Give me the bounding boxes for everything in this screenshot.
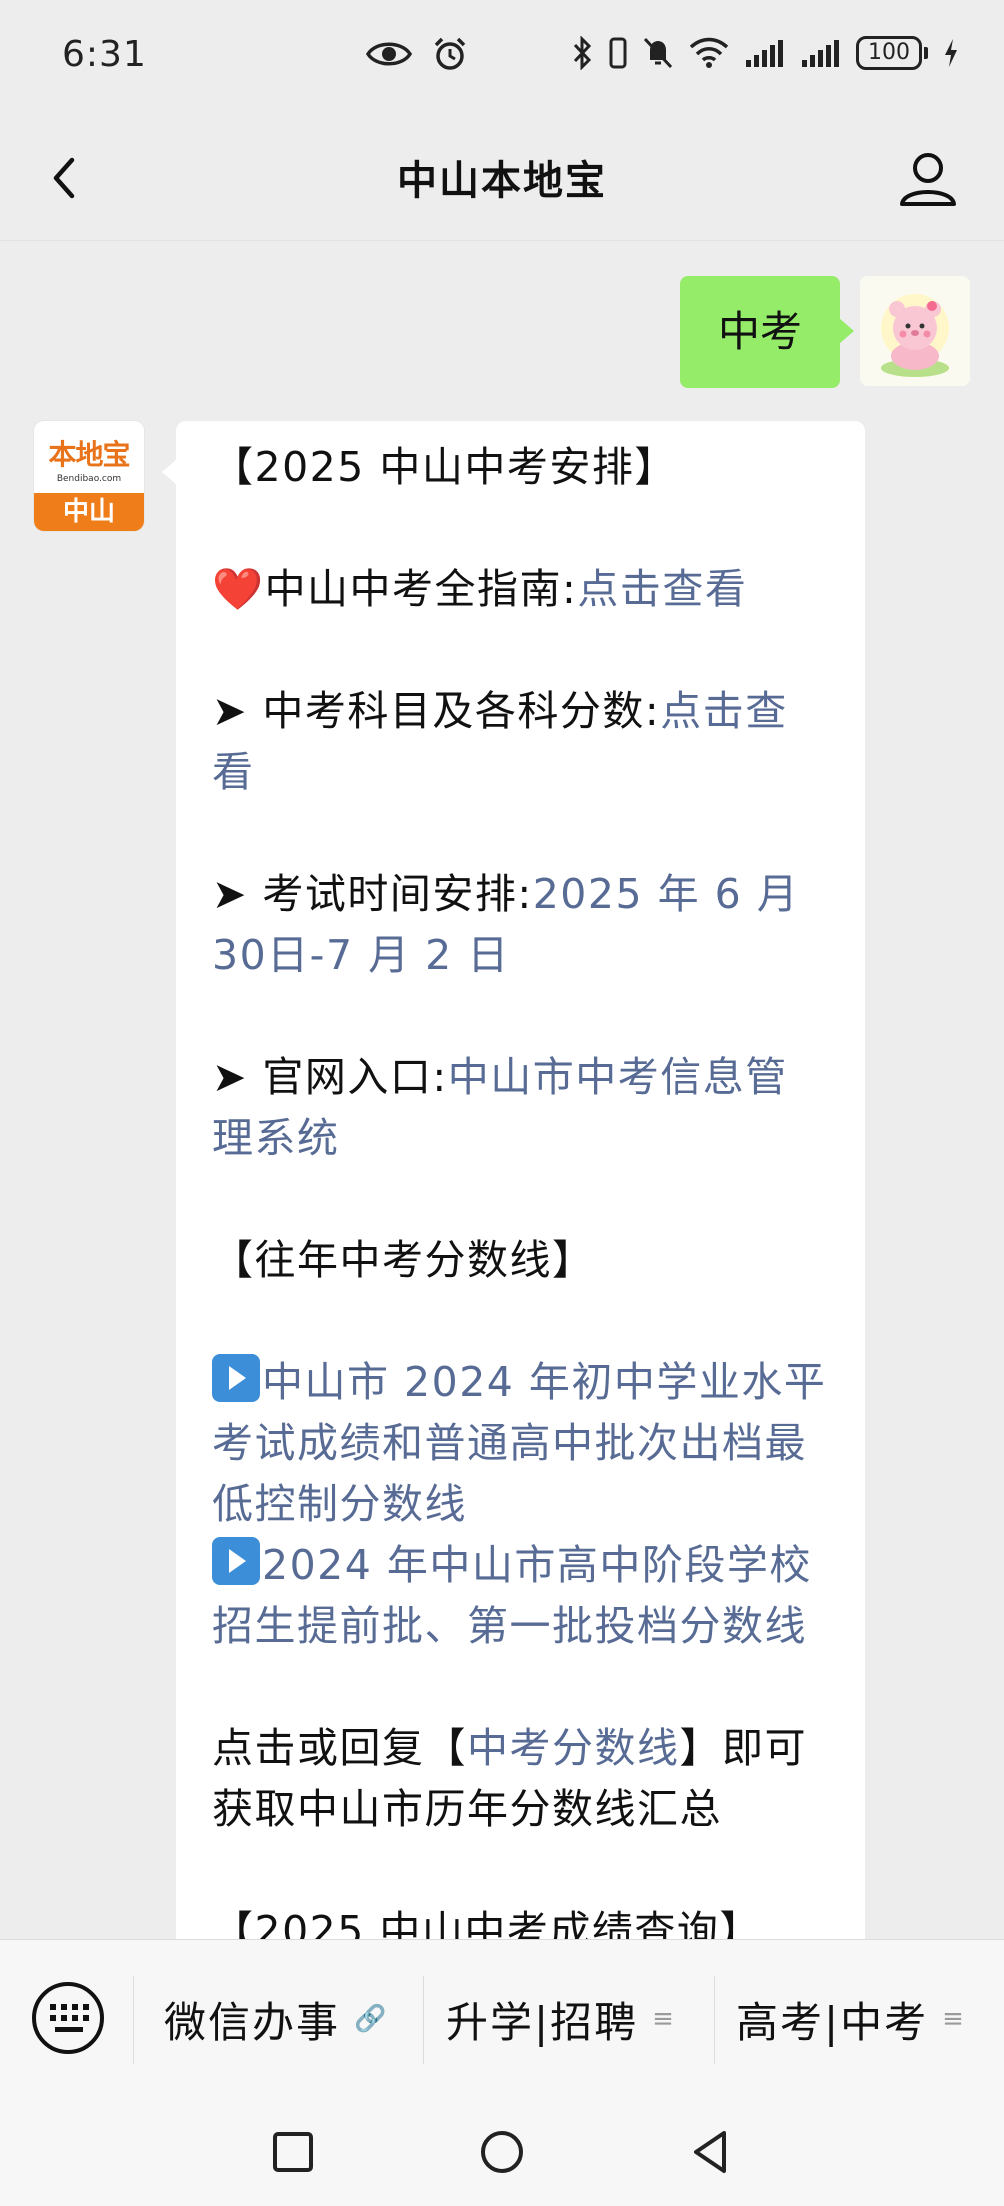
home-icon[interactable] bbox=[477, 2127, 527, 2177]
bear-avatar-icon bbox=[860, 276, 970, 386]
guide-link[interactable]: 点击查看 bbox=[577, 565, 747, 613]
vibrate-icon bbox=[609, 37, 627, 69]
menu-item-exams[interactable]: 高考|中考 ≡ bbox=[736, 1984, 964, 2054]
subjects-label: 中考科目及各科分数: bbox=[247, 687, 661, 735]
bendibao-city: 中山 bbox=[34, 493, 144, 531]
bendibao-logo-sub: Bendibao.com bbox=[56, 474, 122, 484]
guide-label: 中山中考全指南: bbox=[264, 565, 578, 613]
section-title-2025: 【2025 中山中考安排】 bbox=[212, 443, 677, 491]
status-icons-left bbox=[366, 36, 468, 72]
portal-line: ➤ 官网入口:中山市中考信息管理系统 bbox=[212, 1047, 827, 1169]
bendibao-logo: 本地宝 bbox=[48, 438, 130, 471]
play-button-icon bbox=[212, 1537, 260, 1585]
link-2024-scores[interactable]: 中山市 2024 年初中学业水平考试成绩和普通高中批次出档最低控制分数线 bbox=[212, 1358, 826, 1528]
guide-line: ❤️中山中考全指南:点击查看 bbox=[212, 559, 827, 620]
schedule-line: ➤ 考试时间安排:2025 年 6 月 30日-7 月 2 日 bbox=[212, 864, 827, 986]
status-icons-right: 100 bbox=[572, 36, 960, 70]
reply-keyword-link[interactable]: 中考分数线 bbox=[467, 1724, 680, 1772]
link-2024-batches[interactable]: 2024 年中山市高中阶段学校招生提前批、第一批投档分数线 bbox=[212, 1541, 812, 1650]
schedule-label: 考试时间安排: bbox=[247, 870, 533, 918]
signal-icon-sim2 bbox=[802, 40, 839, 67]
link-icon: 🔗 bbox=[354, 2004, 387, 2034]
outgoing-bubble[interactable]: 中考 bbox=[680, 276, 854, 388]
subjects-line: ➤ 中考科目及各科分数:点击查看 bbox=[212, 681, 827, 803]
recent-apps-icon[interactable] bbox=[268, 2127, 318, 2177]
menu-item-wechat-services[interactable]: 微信办事 🔗 bbox=[164, 1984, 386, 2054]
menu-bar: 微信办事 🔗 升学|招聘 ≡ 高考|中考 ≡ bbox=[0, 1939, 1004, 2096]
menu-item-education-jobs[interactable]: 升学|招聘 ≡ bbox=[446, 1984, 674, 2054]
outgoing-message: 中考 bbox=[680, 276, 970, 388]
page-title: 中山本地宝 bbox=[397, 158, 607, 204]
heart-icon: ❤️ bbox=[212, 565, 265, 613]
arrow-icon: ➤ bbox=[212, 1053, 248, 1101]
battery-level: 100 bbox=[856, 36, 922, 70]
link-2024-scores-line: 中山市 2024 年初中学业水平考试成绩和普通高中批次出档最低控制分数线 bbox=[212, 1352, 827, 1535]
eye-icon bbox=[366, 42, 412, 66]
section-title-history: 【往年中考分数线】 bbox=[212, 1236, 595, 1284]
charging-icon bbox=[945, 39, 957, 67]
reply-hint-prefix: 点击或回复【 bbox=[212, 1724, 467, 1772]
bendibao-avatar[interactable]: 本地宝 Bendibao.com 中山 bbox=[34, 421, 144, 531]
signal-icon-sim1 bbox=[746, 40, 783, 67]
menu-item-label: 微信办事 bbox=[164, 1997, 341, 2047]
menu-item-label: 升学|招聘 bbox=[446, 1997, 639, 2047]
submenu-icon: ≡ bbox=[942, 2004, 964, 2034]
play-button-icon bbox=[212, 1354, 260, 1402]
submenu-icon: ≡ bbox=[652, 2004, 674, 2034]
profile-icon[interactable] bbox=[894, 144, 962, 212]
alarm-icon bbox=[434, 37, 466, 70]
user-avatar[interactable] bbox=[860, 276, 970, 386]
battery-icon: 100 bbox=[856, 36, 928, 70]
status-time: 6:31 bbox=[62, 34, 147, 75]
keyboard-toggle-icon[interactable] bbox=[30, 1980, 106, 2056]
wifi-icon bbox=[689, 37, 729, 68]
reply-bubble: 【2025 中山中考安排】 ❤️中山中考全指南:点击查看 ➤ 中考科目及各科分数… bbox=[162, 421, 865, 1939]
chat-area[interactable]: 中考 本地宝 Bendibao.com 中山 【2025 中山中考安排】 ❤️中… bbox=[0, 241, 1004, 1939]
arrow-icon: ➤ bbox=[212, 687, 248, 735]
mute-bell-icon bbox=[643, 37, 673, 69]
portal-label: 官网入口: bbox=[247, 1053, 448, 1101]
system-nav-bar bbox=[0, 2095, 1004, 2206]
back-nav-icon[interactable] bbox=[686, 2127, 736, 2177]
reply-hint-line: 点击或回复【中考分数线】即可获取中山市历年分数线汇总 bbox=[212, 1718, 827, 1840]
status-bar: 6:31 100 bbox=[0, 0, 1004, 116]
section-title-results: 【2025 中山中考成绩查询】 bbox=[212, 1907, 762, 1939]
arrow-icon: ➤ bbox=[212, 870, 248, 918]
link-2024-batches-line: 2024 年中山市高中阶段学校招生提前批、第一批投档分数线 bbox=[212, 1535, 827, 1657]
incoming-message: 本地宝 Bendibao.com 中山 【2025 中山中考安排】 ❤️中山中考… bbox=[34, 421, 865, 1939]
nav-bar: 中山本地宝 bbox=[0, 116, 1004, 241]
bluetooth-icon bbox=[573, 36, 592, 70]
menu-item-label: 高考|中考 bbox=[736, 1997, 929, 2047]
